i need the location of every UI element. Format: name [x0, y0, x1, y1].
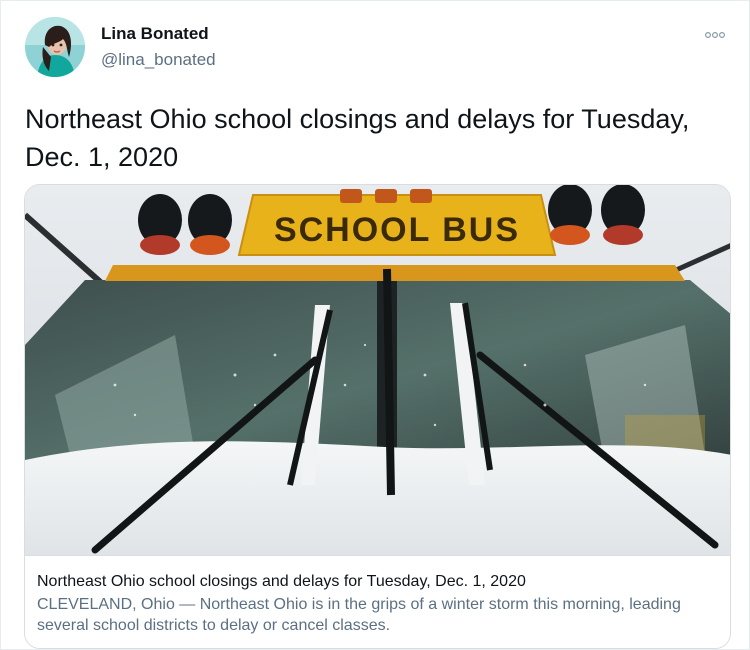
- author-display-name[interactable]: Lina Bonated: [101, 24, 209, 44]
- avatar-photo-icon: [25, 17, 85, 77]
- tweet-card: Lina Bonated @lina_bonated Northeast Ohi…: [0, 0, 750, 650]
- bus-sign-text: SCHOOL BUS: [274, 211, 520, 249]
- card-title: Northeast Ohio school closings and delay…: [37, 573, 526, 590]
- school-bus-photo-icon: SCHOOL BUS: [25, 185, 730, 555]
- author-handle[interactable]: @lina_bonated: [101, 50, 216, 70]
- author-avatar[interactable]: [25, 17, 85, 77]
- tweet-text: Northeast Ohio school closings and delay…: [25, 104, 690, 172]
- more-options-icon[interactable]: [703, 27, 727, 43]
- card-image[interactable]: SCHOOL BUS: [25, 185, 730, 555]
- card-description: CLEVELAND, Ohio — Northeast Ohio is in t…: [37, 596, 681, 634]
- card-text-area[interactable]: Northeast Ohio school closings and delay…: [25, 555, 730, 648]
- link-preview-card[interactable]: SCHOOL BUS Northeast Ohio school closing…: [24, 184, 731, 649]
